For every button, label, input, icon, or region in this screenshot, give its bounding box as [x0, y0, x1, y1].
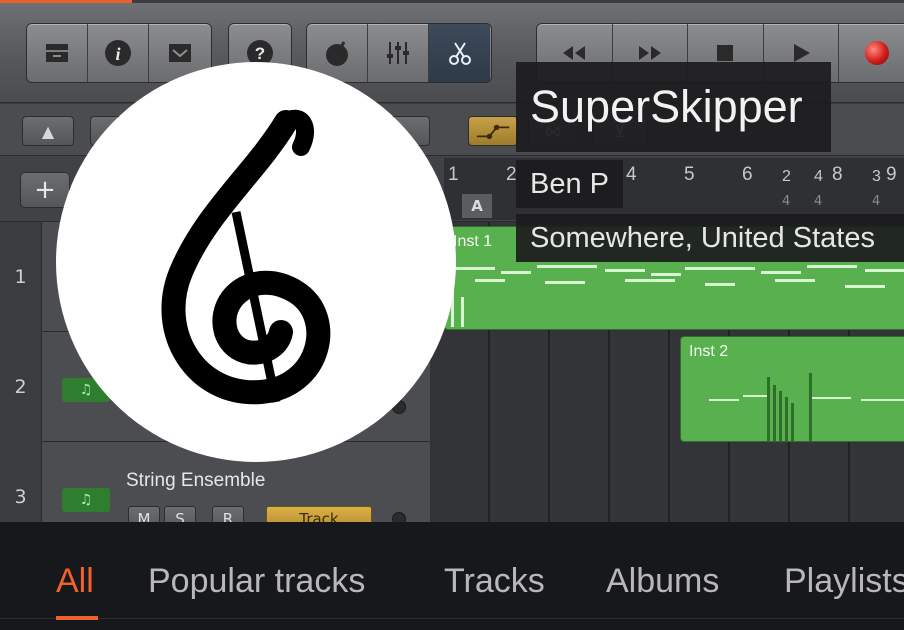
- ruler-sub-label: 4: [872, 194, 881, 209]
- up-arrow-icon: ▲: [22, 116, 74, 146]
- tab-popular-tracks[interactable]: Popular tracks: [148, 562, 365, 601]
- treble-clef-icon: [161, 109, 331, 405]
- profile-banner: i ? ▲ + 1 2 4 5 6 2 4 8 3 9 4 4 4 A 1 2 …: [0, 0, 904, 522]
- ruler-label: 4: [626, 164, 637, 185]
- toolbar-group-edit: [306, 23, 492, 83]
- tab-all[interactable]: All: [56, 562, 94, 601]
- profile-tabs: All Popular tracks Tracks Albums Playlis…: [0, 522, 904, 630]
- ruler-label: 9: [886, 164, 897, 185]
- solo-button: S: [164, 506, 196, 522]
- tab-tracks[interactable]: Tracks: [444, 562, 545, 601]
- track-button: Track: [266, 506, 372, 522]
- instrument-icon: ♫: [62, 488, 110, 512]
- profile-location: Somewhere, United States: [516, 214, 904, 262]
- record-enable-button: R: [212, 506, 244, 522]
- profile-username: Ben P: [516, 160, 623, 208]
- pan-knob: [392, 512, 406, 522]
- arrange-area: Inst 1 Inst 2: [430, 222, 904, 522]
- svg-text:?: ?: [254, 44, 264, 63]
- ruler-sub-label: 4: [782, 194, 791, 209]
- ruler-label: 6: [742, 164, 753, 185]
- ruler-label: 8: [832, 164, 843, 185]
- add-track-button: +: [20, 172, 70, 208]
- ruler-label: 5: [684, 164, 695, 185]
- library-icon: [27, 24, 88, 82]
- tabs-divider: [0, 618, 904, 619]
- mute-button: M: [128, 506, 160, 522]
- track-number: 1: [0, 222, 42, 332]
- track-number: 2: [0, 332, 42, 442]
- info-icon: i: [88, 24, 149, 82]
- active-tab-indicator: [56, 616, 98, 620]
- ruler-label: 2: [506, 164, 517, 185]
- record-icon: [839, 24, 904, 82]
- midi-notes: [709, 373, 904, 441]
- marker-a: A: [462, 194, 492, 218]
- ruler-sub-label: 4: [814, 194, 823, 209]
- ruler-label: 1: [448, 164, 459, 185]
- tab-playlists[interactable]: Playlists: [784, 562, 904, 601]
- timeline-ruler: 1 2 4 5 6 2 4 8 3 9 4 4 4: [444, 158, 904, 220]
- region-inst-2: Inst 2: [680, 336, 904, 442]
- tab-albums[interactable]: Albums: [606, 562, 719, 601]
- track-name: String Ensemble: [126, 470, 266, 491]
- ruler-label: 4: [814, 168, 823, 185]
- track-number: 3: [0, 442, 42, 522]
- ruler-label: 2: [782, 168, 791, 185]
- ruler-label: 3: [872, 168, 881, 185]
- profile-name: SuperSkipper: [516, 62, 831, 152]
- mixer-icon: [368, 24, 429, 82]
- automation-icon: [468, 116, 518, 146]
- svg-text:i: i: [115, 44, 120, 64]
- scissors-icon: [429, 24, 490, 82]
- avatar: [56, 62, 456, 462]
